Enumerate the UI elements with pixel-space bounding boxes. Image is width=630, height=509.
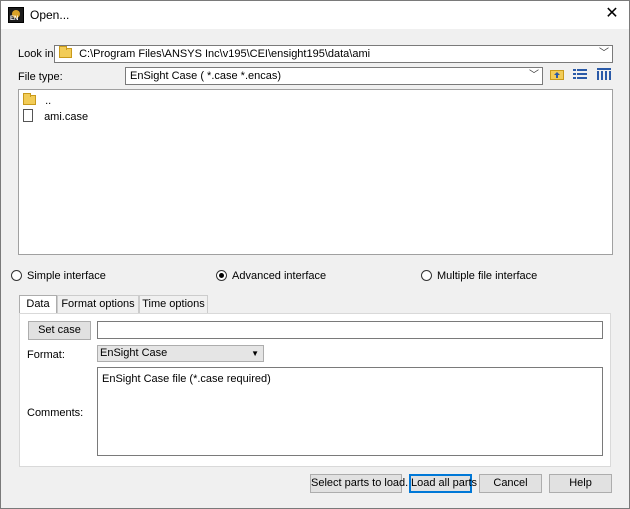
radio-label: Simple interface (27, 270, 106, 282)
title-bar: Open... ✕ (1, 1, 629, 29)
file-icon (23, 109, 33, 122)
comments-textarea[interactable]: EnSight Case file (*.case required) (97, 367, 603, 456)
open-dialog: Open... ✕ Look in: C:\Program Files\ANSY… (0, 0, 630, 509)
close-button[interactable]: ✕ (595, 1, 629, 29)
radio-multiple-file-interface[interactable]: Multiple file interface (421, 269, 537, 283)
cancel-button[interactable]: Cancel (479, 474, 542, 493)
file-type-combo[interactable]: EnSight Case ( *.case *.encas) ﹀ (125, 67, 543, 85)
format-label: Format: (27, 349, 65, 361)
radio-dot[interactable] (421, 270, 432, 281)
radio-advanced-interface[interactable]: Advanced interface (216, 269, 326, 283)
caret-down-icon[interactable]: ▼ (251, 346, 259, 361)
tab-data[interactable]: Data (19, 295, 57, 315)
list-item-ami-case[interactable]: ami.case (23, 109, 88, 125)
look-in-combo[interactable]: C:\Program Files\ANSYS Inc\v195\CEI\ensi… (54, 45, 613, 63)
radio-label: Advanced interface (232, 270, 327, 282)
file-type-label: File type: (18, 71, 63, 83)
radio-simple-interface[interactable]: Simple interface (11, 269, 106, 283)
load-all-parts-button[interactable]: Load all parts (409, 474, 477, 493)
folder-icon (59, 46, 72, 58)
comments-label: Comments: (27, 407, 84, 419)
detail-view-icon[interactable] (595, 67, 613, 85)
tab-format-options[interactable]: Format options (57, 295, 139, 314)
radio-dot-selected[interactable] (216, 270, 227, 281)
file-type-value: EnSight Case ( *.case *.encas) (130, 70, 282, 82)
look-in-label: Look in: (18, 48, 57, 60)
ensight-app-icon (8, 7, 24, 23)
look-in-path: C:\Program Files\ANSYS Inc\v195\CEI\ensi… (79, 48, 371, 60)
window-title: Open... (30, 8, 70, 22)
tab-time-options[interactable]: Time options (139, 295, 208, 314)
folder-up-icon[interactable] (548, 67, 566, 85)
set-case-input[interactable] (97, 321, 603, 339)
radio-label: Multiple file interface (437, 270, 538, 282)
list-item-parent-folder[interactable]: .. (23, 93, 51, 109)
folder-icon (23, 93, 36, 105)
set-case-button[interactable]: Set case (28, 321, 91, 340)
format-value: EnSight Case (100, 347, 168, 359)
help-button[interactable]: Help (549, 474, 612, 493)
select-parts-button[interactable]: Select parts to load... (310, 474, 414, 493)
radio-dot[interactable] (11, 270, 22, 281)
list-item-label: .. (45, 95, 52, 107)
chevron-down-icon[interactable]: ﹀ (529, 68, 539, 84)
file-list[interactable]: .. ami.case (18, 89, 613, 255)
chevron-down-icon[interactable]: ﹀ (599, 46, 609, 62)
format-select[interactable]: EnSight Case ▼ (97, 345, 264, 362)
list-item-label: ami.case (44, 111, 89, 123)
list-view-icon[interactable] (571, 67, 589, 85)
